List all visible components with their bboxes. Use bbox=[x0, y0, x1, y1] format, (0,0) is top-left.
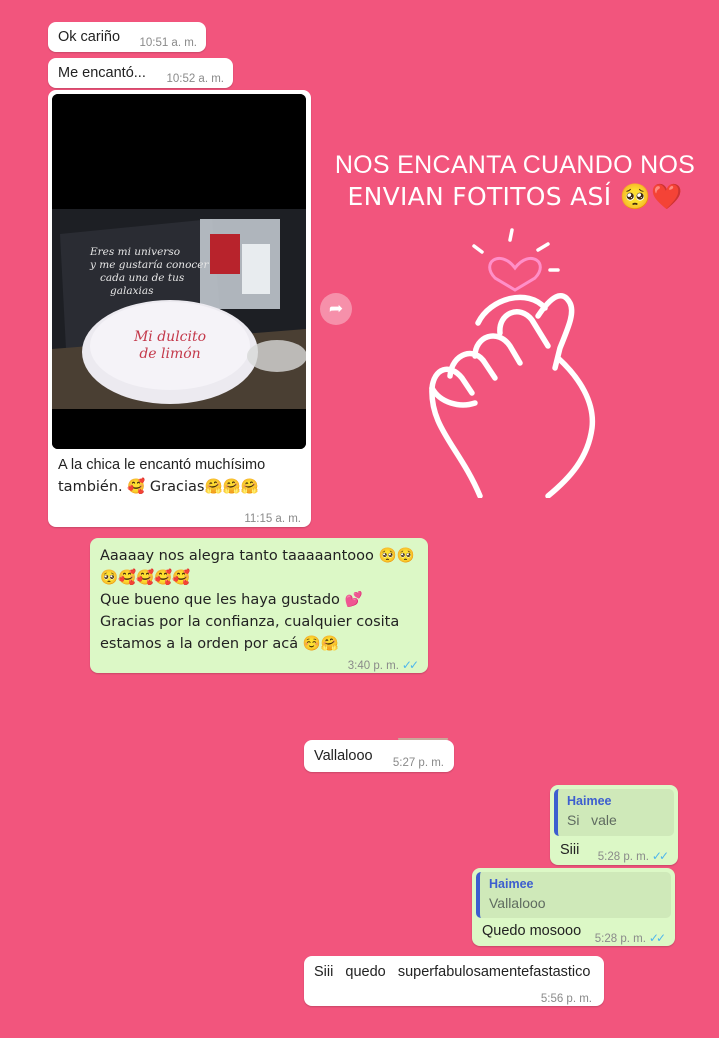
message-time: 5:28 p. m. ✓✓ bbox=[597, 845, 669, 868]
time-text: 5:28 p. m. bbox=[597, 851, 649, 863]
message-line: Aaaaay nos alegra tanto taaaaantooo 🥺🥺 bbox=[100, 548, 415, 564]
message-time: 5:28 p. m. ✓✓ bbox=[594, 927, 666, 950]
photo-box-line: de limón bbox=[139, 346, 201, 362]
read-receipt-icon: ✓✓ bbox=[651, 849, 669, 863]
quote-author: Haimee bbox=[489, 877, 534, 891]
caption-line: también. 🥰 Gracias🤗🤗🤗 bbox=[58, 479, 259, 495]
photo-card-line: galaxias bbox=[110, 285, 154, 297]
message-line: Que bueno que les haya gustado 💕 bbox=[100, 592, 363, 608]
finger-heart-icon bbox=[429, 228, 596, 498]
quoted-message[interactable]: Haimee Si vale bbox=[554, 789, 674, 836]
story-heading: NOS ENCANTA CUANDO NOS ENVIAN FOTITOS AS… bbox=[330, 150, 700, 212]
time-text: 5:28 p. m. bbox=[594, 933, 646, 945]
quote-author: Haimee bbox=[567, 794, 612, 808]
image-message-bubble[interactable]: Eres mi universo y me gustaría conocer c… bbox=[48, 90, 311, 527]
message-bubble[interactable]: Me encantó... 10:52 a. m. bbox=[48, 58, 233, 88]
message-time: 5:56 p. m. bbox=[540, 993, 592, 1005]
message-text: Ok cariño bbox=[58, 29, 121, 45]
message-bubble[interactable]: Haimee Vallalooo Quedo mosooo 5:28 p. m.… bbox=[472, 868, 675, 946]
message-time: 10:52 a. m. bbox=[166, 73, 224, 85]
shared-photo[interactable]: Eres mi universo y me gustaría conocer c… bbox=[52, 94, 306, 449]
heading-line: ENVIAN FOTITOS ASÍ 🥺❤️ bbox=[347, 182, 683, 211]
message-bubble[interactable]: Haimee Si vale Siii 5:28 p. m. ✓✓ bbox=[550, 785, 678, 865]
message-text: Siii quedo superfabulosamentefastastico bbox=[314, 964, 591, 980]
message-time: 10:51 a. m. bbox=[139, 37, 197, 49]
photo-box-line: Mi dulcito bbox=[133, 329, 207, 345]
photo-card-line: y me gustaría conocer bbox=[90, 259, 209, 271]
message-bubble[interactable]: Ok cariño 10:51 a. m. bbox=[48, 22, 206, 52]
quote-text: Vallalooo bbox=[489, 895, 546, 911]
message-line: 🥺🥰🥰🥰🥰 bbox=[100, 570, 191, 586]
photo-card-line: Eres mi universo bbox=[90, 246, 181, 258]
quote-text: Si vale bbox=[567, 812, 617, 828]
message-time: 3:40 p. m. ✓✓ bbox=[347, 654, 419, 677]
quoted-message[interactable]: Haimee Vallalooo bbox=[476, 872, 671, 918]
read-receipt-icon: ✓✓ bbox=[648, 931, 666, 945]
heading-line: NOS ENCANTA CUANDO NOS bbox=[334, 151, 696, 179]
photo-box-text: Mi dulcito de limón bbox=[110, 329, 230, 363]
message-bubble[interactable]: Aaaaay nos alegra tanto taaaaantooo 🥺🥺 🥺… bbox=[90, 538, 428, 673]
caption-line: A la chica le encantó muchísimo bbox=[58, 457, 266, 473]
read-receipt-icon: ✓✓ bbox=[401, 658, 419, 672]
message-text: Me encantó... bbox=[58, 65, 146, 81]
message-text: Quedo mosooo bbox=[482, 923, 582, 939]
message-text: Siii bbox=[560, 842, 580, 858]
forward-icon[interactable]: ➦ bbox=[320, 293, 352, 325]
message-bubble[interactable]: Siii quedo superfabulosamentefastastico … bbox=[304, 956, 604, 1006]
message-bubble[interactable]: Vallalooo 5:27 p. m. bbox=[304, 740, 454, 772]
message-text: Aaaaay nos alegra tanto taaaaantooo 🥺🥺 🥺… bbox=[100, 545, 420, 655]
message-line: Gracias por la confianza, cualquier cosi… bbox=[100, 614, 400, 630]
image-caption: A la chica le encantó muchísimo también.… bbox=[58, 454, 303, 498]
time-text: 3:40 p. m. bbox=[347, 660, 399, 672]
message-time: 11:15 a. m. bbox=[244, 513, 301, 525]
message-time: 5:27 p. m. bbox=[392, 757, 444, 769]
photo-card-text: Eres mi universo y me gustaría conocer c… bbox=[90, 246, 220, 298]
message-line: estamos a la orden por acá ☺️🤗 bbox=[100, 636, 339, 652]
photo-card-line: cada una de tus bbox=[100, 272, 185, 284]
message-text: Vallalooo bbox=[314, 748, 373, 764]
